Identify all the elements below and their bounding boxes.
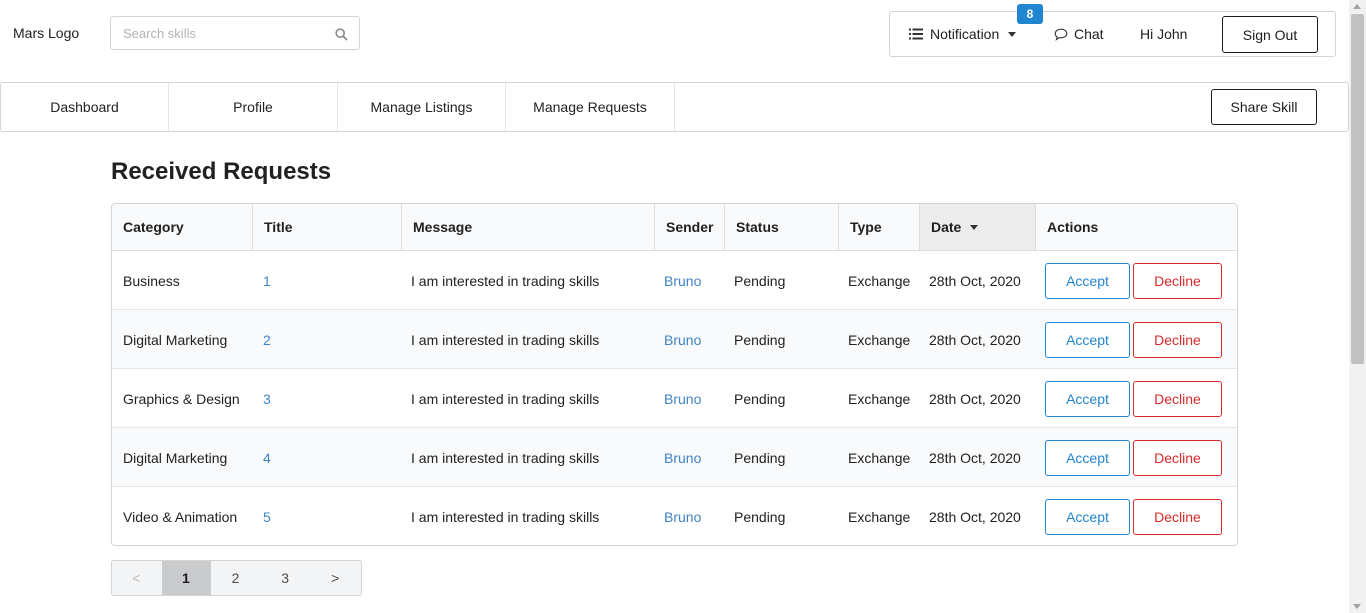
search-icon[interactable] [335, 28, 348, 44]
cell-category: Digital Marketing [123, 449, 228, 466]
cell-category: Video & Animation [123, 508, 238, 525]
cell-date: 28th Oct, 2020 [929, 508, 1021, 525]
scrollbar-thumb[interactable] [1351, 14, 1364, 364]
chevron-down-icon [1008, 31, 1017, 37]
column-header-actions: Actions [1035, 204, 1237, 250]
column-header-date[interactable]: Date [919, 204, 1035, 250]
table-row: Digital Marketing 2 I am interested in tra… [112, 310, 1237, 369]
list-icon [909, 28, 923, 40]
chat-link[interactable]: Chat [1054, 12, 1104, 56]
decline-button[interactable]: Decline [1133, 263, 1222, 299]
table-body: Business 1 I am interested in trading skil… [112, 251, 1237, 545]
column-header-category[interactable]: Category [112, 204, 252, 250]
decline-button[interactable]: Decline [1133, 499, 1222, 535]
sort-descending-icon [970, 224, 979, 230]
accept-button[interactable]: Accept [1045, 263, 1130, 299]
page-title: Received Requests [111, 158, 332, 185]
cell-status: Pending [734, 331, 786, 348]
decline-button[interactable]: Decline [1133, 322, 1222, 358]
cell-sender[interactable]: Bruno [664, 369, 701, 428]
decline-button[interactable]: Decline [1133, 381, 1222, 417]
cell-message: I am interested in trading skills [411, 390, 600, 407]
chat-bubble-icon [1054, 28, 1068, 41]
nav-item-manage-listings[interactable]: Manage Listings [338, 83, 506, 131]
requests-table: Category Title Message Sender Status Typ… [111, 203, 1238, 546]
cell-message: I am interested in trading skills [411, 508, 600, 525]
main-nav: Dashboard Profile Manage Listings Manage… [0, 82, 1349, 132]
notification-dropdown[interactable]: Notification [909, 12, 1017, 56]
scroll-down-arrow-icon[interactable] [1353, 604, 1361, 609]
cell-sender[interactable]: Bruno [664, 251, 701, 310]
cell-type: Exchange [848, 390, 911, 407]
share-skill-button[interactable]: Share Skill [1211, 89, 1317, 125]
page-scrollbar[interactable] [1349, 0, 1366, 613]
cell-message: I am interested in trading skills [411, 272, 600, 289]
cell-date: 28th Oct, 2020 [929, 331, 1021, 348]
cell-message: I am interested in trading skills [411, 331, 600, 348]
nav-item-dashboard[interactable]: Dashboard [1, 83, 169, 131]
cell-title[interactable]: 4 [263, 428, 271, 487]
column-header-title[interactable]: Title [252, 204, 401, 250]
cell-status: Pending [734, 508, 786, 525]
cell-type: Exchange [848, 508, 911, 525]
accept-button[interactable]: Accept [1045, 322, 1130, 358]
cell-sender[interactable]: Bruno [664, 487, 701, 545]
column-header-message[interactable]: Message [401, 204, 654, 250]
table-row: Graphics & Design 3 I am interested in tra… [112, 369, 1237, 428]
nav-item-profile[interactable]: Profile [169, 83, 338, 131]
cell-date: 28th Oct, 2020 [929, 272, 1021, 289]
cell-title[interactable]: 3 [263, 369, 271, 428]
pagination-page-3[interactable]: 3 [261, 561, 311, 595]
cell-date: 28th Oct, 2020 [929, 390, 1021, 407]
cell-title[interactable]: 2 [263, 310, 271, 369]
table-row: Digital Marketing 4 I am interested in tra… [112, 428, 1237, 487]
pagination: < 1 2 3 > [111, 560, 362, 596]
cell-type: Exchange [848, 272, 911, 289]
accept-button[interactable]: Accept [1045, 381, 1130, 417]
sign-out-button[interactable]: Sign Out [1222, 16, 1318, 53]
column-header-type[interactable]: Type [838, 204, 919, 250]
cell-title[interactable]: 5 [263, 487, 271, 545]
table-row: Business 1 I am interested in trading skil… [112, 251, 1237, 310]
column-header-status[interactable]: Status [724, 204, 838, 250]
cell-title[interactable]: 1 [263, 251, 271, 310]
column-header-sender[interactable]: Sender [654, 204, 724, 250]
cell-sender[interactable]: Bruno [664, 310, 701, 369]
notification-count-badge: 8 [1017, 4, 1043, 24]
cell-status: Pending [734, 272, 786, 289]
cell-category: Digital Marketing [123, 331, 228, 348]
cell-category: Business [123, 272, 180, 289]
nav-item-manage-requests[interactable]: Manage Requests [506, 83, 675, 131]
scroll-up-arrow-icon[interactable] [1353, 4, 1361, 9]
cell-category: Graphics & Design [123, 390, 240, 407]
chat-label: Chat [1074, 26, 1104, 42]
user-menu: Notification 8 Chat Hi John Sign Out [889, 4, 1336, 57]
search-input[interactable] [111, 17, 321, 49]
logo[interactable]: Mars Logo [13, 25, 79, 41]
pagination-prev-button[interactable]: < [112, 561, 162, 595]
cell-status: Pending [734, 449, 786, 466]
pagination-page-2[interactable]: 2 [211, 561, 261, 595]
accept-button[interactable]: Accept [1045, 440, 1130, 476]
cell-type: Exchange [848, 449, 911, 466]
user-greeting[interactable]: Hi John [1140, 12, 1187, 56]
cell-sender[interactable]: Bruno [664, 428, 701, 487]
pagination-next-button[interactable]: > [310, 561, 361, 595]
accept-button[interactable]: Accept [1045, 499, 1130, 535]
table-header: Category Title Message Sender Status Typ… [112, 204, 1237, 251]
cell-type: Exchange [848, 331, 911, 348]
cell-date: 28th Oct, 2020 [929, 449, 1021, 466]
notification-label: Notification [930, 26, 1000, 42]
search-bar [110, 16, 360, 50]
cell-status: Pending [734, 390, 786, 407]
decline-button[interactable]: Decline [1133, 440, 1222, 476]
pagination-page-1[interactable]: 1 [161, 561, 212, 595]
cell-message: I am interested in trading skills [411, 449, 600, 466]
table-row: Video & Animation 5 I am interested in tra… [112, 487, 1237, 545]
